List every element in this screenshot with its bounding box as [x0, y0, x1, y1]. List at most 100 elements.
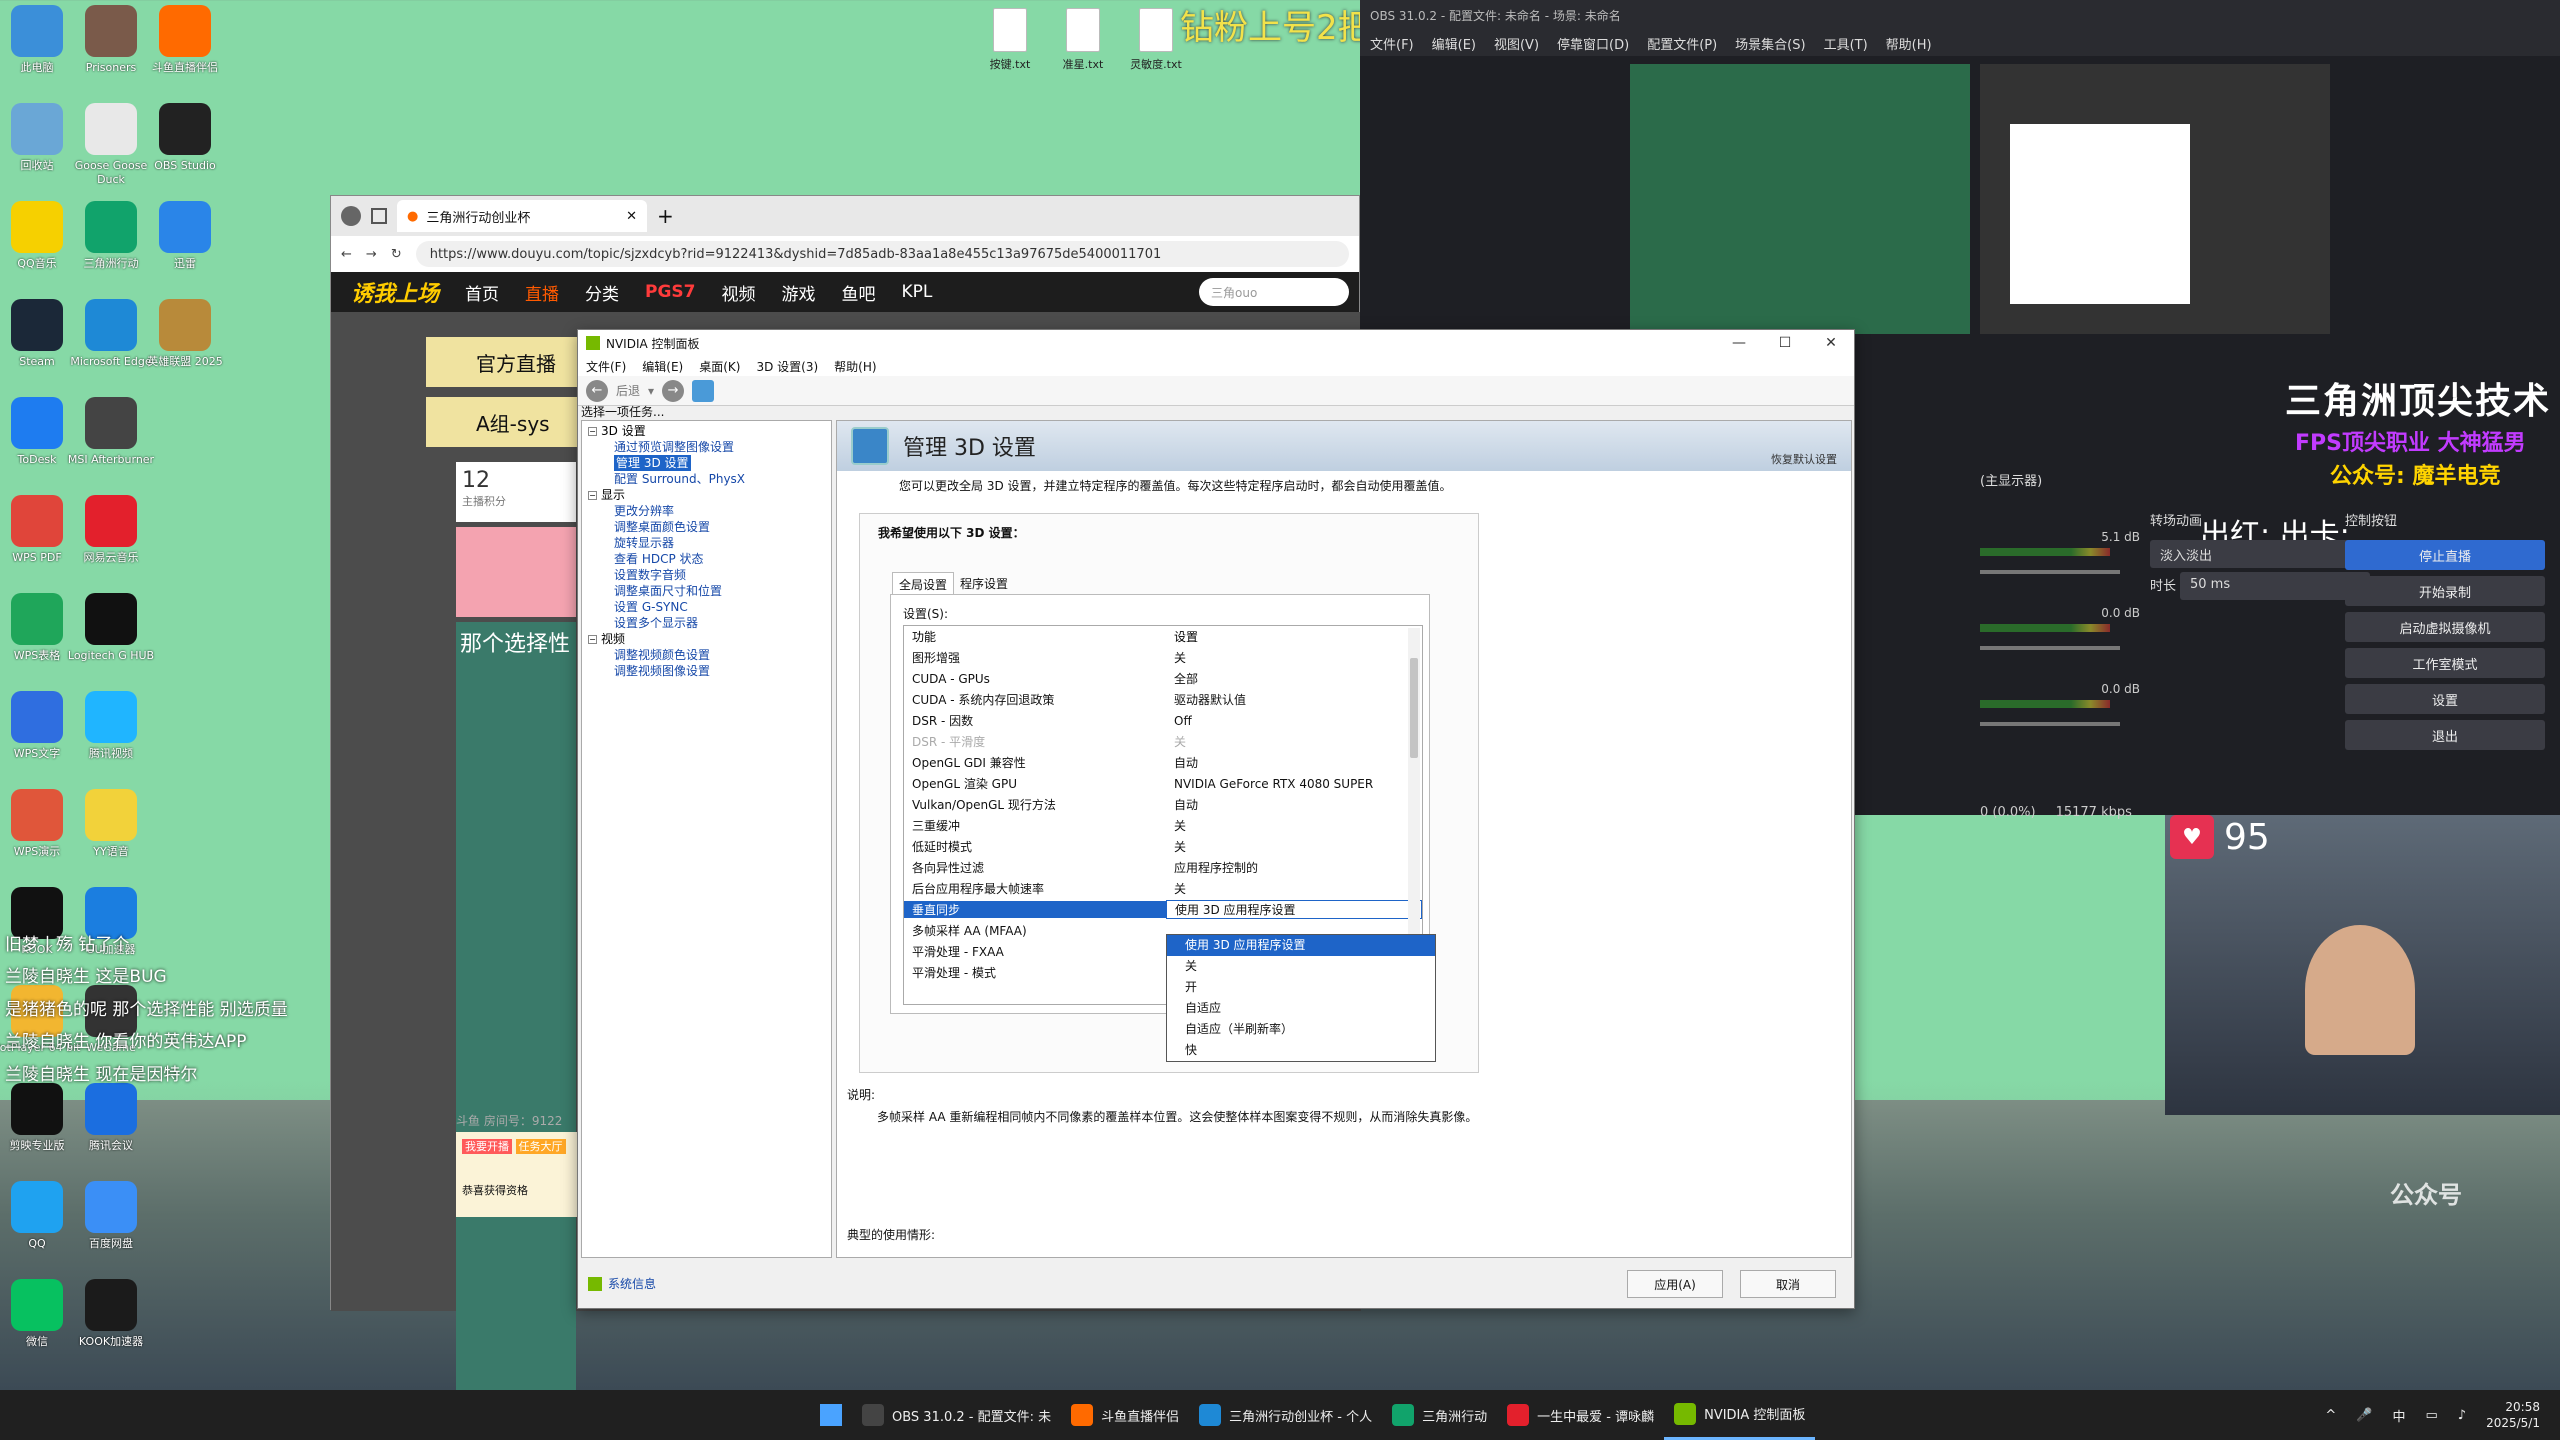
taskbar-item[interactable]: NVIDIA 控制面板 — [1664, 1390, 1816, 1440]
dropdown-option[interactable]: 使用 3D 应用程序设置 — [1167, 935, 1435, 956]
profile-icon[interactable] — [341, 206, 361, 226]
nv-menu-item[interactable]: 文件(F) — [586, 358, 626, 375]
nav-yuba[interactable]: 鱼吧 — [842, 280, 876, 305]
language-indicator[interactable]: 中 — [2392, 1406, 2405, 1425]
nav-kpl[interactable]: KPL — [902, 282, 933, 302]
start-icon[interactable] — [820, 1404, 842, 1426]
desktop-file[interactable]: 准星.txt — [1048, 8, 1118, 72]
obs-control-button[interactable]: 开始录制 — [2345, 576, 2545, 606]
setting-row[interactable]: 后台应用程序最大帧速率 关 — [904, 878, 1422, 899]
promo-tasks[interactable]: 任务大厅 — [515, 1139, 566, 1154]
desktop-icon[interactable]: 腾讯会议 — [61, 1083, 161, 1153]
tree-item[interactable]: 旋转显示器 — [588, 535, 745, 551]
browser-tab[interactable]: ● 三角洲行动创业杯 ✕ — [397, 200, 647, 232]
network-icon[interactable]: ▭ — [2426, 1408, 2438, 1423]
volume-slider[interactable] — [1980, 646, 2120, 650]
nav-category[interactable]: 分类 — [585, 280, 619, 305]
obs-control-button[interactable]: 退出 — [2345, 720, 2545, 750]
obs-control-button[interactable]: 停止直播 — [2345, 540, 2545, 570]
setting-row[interactable]: 图形增强 关 — [904, 647, 1422, 668]
forward-icon[interactable]: → — [366, 247, 377, 262]
nvidia-control-panel[interactable]: NVIDIA 控制面板 — ☐ ✕ 文件(F) 编辑(E) 桌面(K) 3D 设置(3… — [577, 329, 1855, 1309]
setting-row[interactable]: CUDA - GPUs 全部 — [904, 668, 1422, 689]
desktop-icon[interactable]: 百度网盘 — [61, 1181, 161, 1251]
obs-control-button[interactable]: 工作室模式 — [2345, 648, 2545, 678]
restore-defaults-link[interactable]: 恢复默认设置 — [1771, 451, 1837, 467]
setting-row[interactable]: DSR - 因数 Off — [904, 710, 1422, 731]
nav-home[interactable]: 首页 — [465, 280, 499, 305]
scrollbar-thumb[interactable] — [1410, 658, 1418, 758]
desktop-icon[interactable]: 英雄联盟 2025 — [135, 299, 235, 369]
setting-row[interactable]: DSR - 平滑度 关 — [904, 731, 1422, 752]
back-icon[interactable]: ← — [586, 379, 608, 402]
duration-input[interactable]: 50 ms — [2180, 572, 2370, 600]
close-tab-icon[interactable]: ✕ — [626, 209, 637, 224]
taskbar-item[interactable]: OBS 31.0.2 - 配置文件: 未 — [852, 1390, 1061, 1440]
close-icon[interactable]: ✕ — [1808, 335, 1854, 351]
tree-item[interactable]: 查看 HDCP 状态 — [588, 551, 745, 567]
dropdown-option[interactable]: 自适应（半刷新率） — [1167, 1019, 1435, 1040]
setting-row[interactable]: CUDA - 系统内存回退政策 驱动器默认值 — [904, 689, 1422, 710]
desktop-file[interactable]: 按键.txt — [975, 8, 1045, 72]
obs-menu-item[interactable]: 编辑(E) — [1432, 34, 1476, 53]
desktop-icon[interactable]: 斗鱼直播伴侣 — [135, 5, 235, 75]
obs-preview[interactable] — [1630, 64, 1970, 334]
desktop-icon[interactable]: KOOK加速器 — [61, 1279, 161, 1349]
volume-icon[interactable]: ♪ — [2458, 1408, 2466, 1423]
home-icon[interactable] — [692, 379, 715, 402]
nv-menu-item[interactable]: 帮助(H) — [834, 358, 876, 375]
setting-row[interactable]: OpenGL 渲染 GPU NVIDIA GeForce RTX 4080 SUP… — [904, 773, 1422, 794]
dropdown-option[interactable]: 自适应 — [1167, 998, 1435, 1019]
obs-menu-item[interactable]: 文件(F) — [1370, 34, 1414, 53]
nv-menu-item[interactable]: 3D 设置(3) — [756, 358, 818, 375]
tree-item[interactable]: 通过预览调整图像设置 — [588, 439, 745, 455]
minimize-icon[interactable]: — — [1716, 335, 1762, 351]
desktop-icon[interactable]: 腾讯视频 — [61, 691, 161, 761]
refresh-icon[interactable]: ↻ — [391, 247, 402, 262]
desktop-icon[interactable]: 网易云音乐 — [61, 495, 161, 565]
setting-row[interactable]: Vulkan/OpenGL 现行方法 自动 — [904, 794, 1422, 815]
promo-box[interactable]: 我要开播 任务大厅 恭喜获得资格 — [456, 1132, 586, 1217]
promo-start[interactable]: 我要开播 — [462, 1139, 512, 1154]
transition-select[interactable]: 淡入淡出 ▾ — [2150, 540, 2370, 568]
nav-games[interactable]: 游戏 — [782, 280, 816, 305]
nav-pgs7[interactable]: PGS7 — [645, 282, 696, 302]
setting-row[interactable]: 低延时模式 关 — [904, 836, 1422, 857]
nav-live[interactable]: 直播 — [525, 280, 559, 305]
tab-program-settings[interactable]: 程序设置 — [954, 572, 1014, 595]
desktop-icon[interactable]: OBS Studio — [135, 103, 235, 173]
collapse-icon[interactable]: − — [588, 427, 597, 436]
obs-menu-item[interactable]: 停靠窗口(D) — [1557, 34, 1629, 53]
tree-item[interactable]: 更改分辨率 — [588, 503, 745, 519]
nv-menu-item[interactable]: 编辑(E) — [642, 358, 683, 375]
cancel-button[interactable]: 取消 — [1740, 1270, 1836, 1298]
nv-menu-item[interactable]: 桌面(K) — [699, 358, 740, 375]
dropdown-option[interactable]: 关 — [1167, 956, 1435, 977]
obs-control-button[interactable]: 设置 — [2345, 684, 2545, 714]
collapse-icon[interactable]: − — [588, 635, 597, 644]
nav-video[interactable]: 视频 — [722, 280, 756, 305]
tree-item[interactable]: 调整桌面颜色设置 — [588, 519, 745, 535]
tree-item[interactable]: 管理 3D 设置 — [588, 455, 745, 471]
tree-item[interactable]: 设置数字音频 — [588, 567, 745, 583]
collapse-icon[interactable]: − — [588, 491, 597, 500]
sysinfo-link[interactable]: 系统信息 — [588, 1275, 656, 1292]
setting-value[interactable]: 使用 3D 应用程序设置▾ — [1166, 900, 1422, 919]
forward-icon[interactable]: → — [662, 379, 685, 402]
setting-row[interactable]: 垂直同步使用 3D 应用程序设置▾ — [904, 899, 1422, 920]
obs-control-button[interactable]: 启动虚拟摄像机 — [2345, 612, 2545, 642]
url-field[interactable]: https://www.douyu.com/topic/sjzxdcyb?rid… — [415, 241, 1349, 267]
tree-item[interactable]: 设置多个显示器 — [588, 615, 745, 631]
stream-thumbnail[interactable]: 那个选择性 — [456, 622, 576, 1440]
chevron-up-icon[interactable]: ^ — [2325, 1408, 2336, 1423]
tree-item[interactable]: 设置 G-SYNC — [588, 599, 745, 615]
obs-menu-item[interactable]: 工具(T) — [1824, 34, 1868, 53]
tree-item[interactable]: 调整视频颜色设置 — [588, 647, 745, 663]
mic-icon[interactable]: 🎤 — [2356, 1408, 2372, 1423]
chevron-down-icon[interactable]: ▾ — [648, 384, 654, 398]
taskbar-item[interactable]: 一生中最爱 - 谭咏麟 — [1497, 1390, 1664, 1440]
taskbar-item[interactable]: 三角洲行动 — [1382, 1390, 1497, 1440]
avatar[interactable] — [456, 527, 576, 617]
taskbar-item[interactable]: 斗鱼直播伴侣 — [1061, 1390, 1189, 1440]
tree-group[interactable]: − 视频 — [588, 631, 745, 647]
